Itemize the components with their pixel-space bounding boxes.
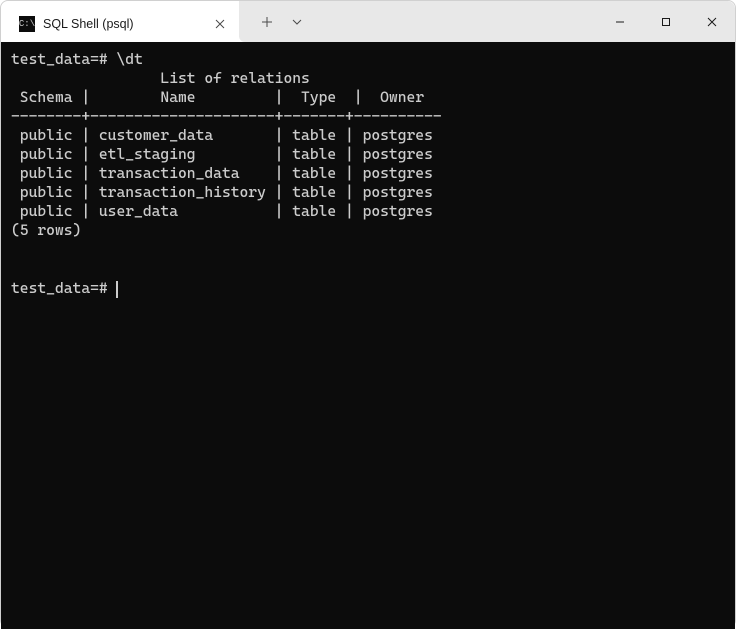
relations-header: List of relations [160,69,309,87]
window-close-button[interactable] [689,1,735,42]
col-name: Name [160,88,195,106]
tabstrip [239,1,735,42]
close-icon [215,19,225,29]
titlebar: C:\ SQL Shell (psql) [1,1,735,42]
row-count: (5 rows) [11,221,81,239]
terminal-area[interactable]: test_data=# \dt List of relations Schema… [1,42,735,629]
tab-psql[interactable]: C:\ SQL Shell (psql) [9,7,239,41]
terminal-icon: C:\ [19,16,35,32]
col-schema: Schema [20,88,73,106]
command: \dt [116,50,142,68]
new-tab-button[interactable] [253,8,281,36]
maximize-button[interactable] [643,1,689,42]
maximize-icon [661,17,671,27]
cursor [116,281,118,298]
tab-dropdown-button[interactable] [283,8,311,36]
minimize-icon [615,17,625,27]
chevron-down-icon [292,19,302,25]
col-owner: Owner [380,88,424,106]
window-controls [597,1,735,42]
close-icon [707,17,717,27]
table-rows: public | customer_data | table | postgre… [11,126,433,220]
tab-title: SQL Shell (psql) [43,17,203,31]
minimize-button[interactable] [597,1,643,42]
tab-close-button[interactable] [211,15,229,33]
plus-icon [261,16,273,28]
table-separator: --------+---------------------+-------+-… [11,107,442,125]
col-type: Type [301,88,336,106]
prompt: test_data=# [11,50,108,68]
prompt: test_data=# [11,279,108,297]
